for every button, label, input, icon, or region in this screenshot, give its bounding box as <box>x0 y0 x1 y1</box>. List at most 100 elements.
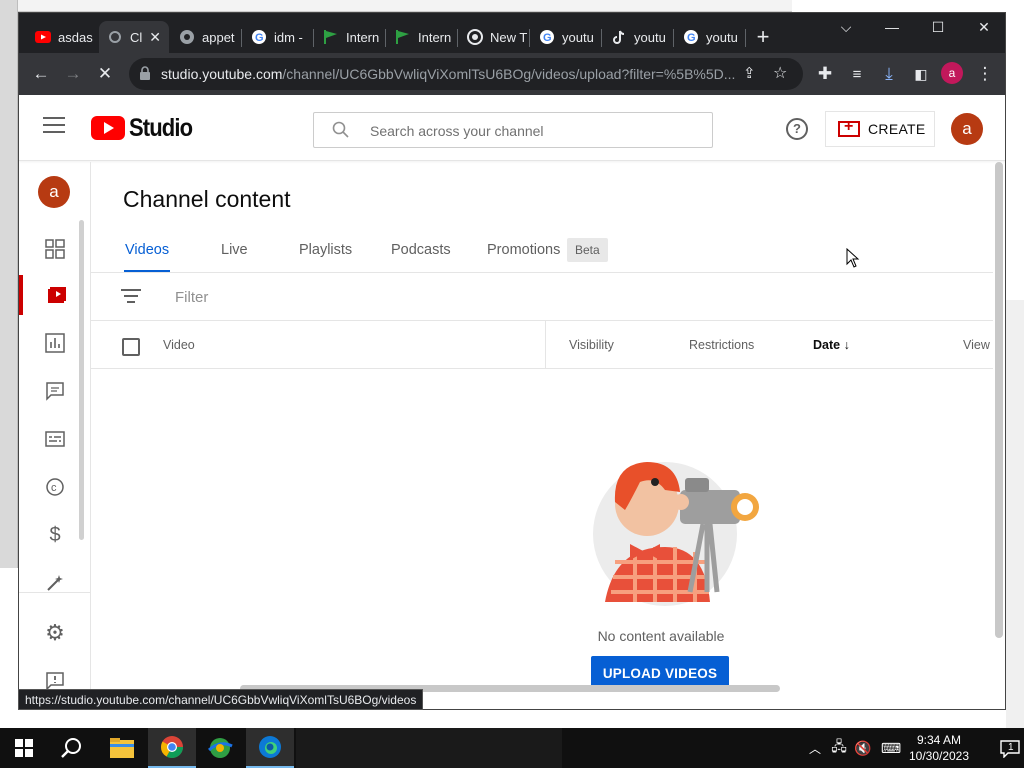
tab-title: youtu <box>634 29 666 45</box>
windows-start-icon[interactable] <box>0 728 48 768</box>
studio-sidebar: a c $ ⚙ <box>19 162 91 709</box>
sidebar-item-settings[interactable]: ⚙ <box>19 613 91 653</box>
tab-10[interactable]: G youtu <box>675 21 745 53</box>
search-icon[interactable] <box>48 728 96 768</box>
sidebar-item-customization[interactable] <box>19 563 91 603</box>
google-icon: G <box>539 29 555 45</box>
notification-center-icon[interactable]: 1 <box>1000 740 1020 763</box>
dollar-icon: $ <box>49 523 61 546</box>
tab-5[interactable]: Intern <box>315 21 385 53</box>
youtube-studio-page: Studio Search across your channel ? CREA… <box>19 95 1005 709</box>
tab-title: asdas <box>58 29 93 45</box>
tab-9[interactable]: youtu <box>603 21 673 53</box>
stop-loading-icon[interactable]: ✕ <box>93 62 117 86</box>
side-panel-icon[interactable]: ◧ <box>909 62 933 86</box>
tab-playlists[interactable]: Playlists <box>299 242 352 258</box>
tray-overflow-chevron-icon[interactable]: ︿ <box>806 728 824 768</box>
account-avatar[interactable]: a <box>951 113 983 145</box>
green-flag-icon <box>395 29 411 45</box>
tab-6[interactable]: Intern <box>387 21 457 53</box>
tab-separator <box>313 29 314 47</box>
column-header-views[interactable]: View <box>963 338 990 352</box>
new-tab-button[interactable]: + <box>751 25 775 49</box>
filter-icon[interactable] <box>121 289 141 303</box>
system-clock[interactable]: 9:34 AM 10/30/2023 <box>900 732 978 764</box>
url-text[interactable]: studio.youtube.com/channel/UC6GbbVwliqVi… <box>161 66 735 82</box>
tab-title: youtu <box>562 29 594 45</box>
address-bar[interactable]: studio.youtube.com/channel/UC6GbbVwliqVi… <box>129 58 803 90</box>
column-divider <box>545 321 546 369</box>
filter-input[interactable]: Filter <box>175 289 208 306</box>
column-header-restrictions[interactable]: Restrictions <box>689 338 754 352</box>
tab-podcasts[interactable]: Podcasts <box>391 242 451 258</box>
profile-avatar[interactable]: a <box>941 62 963 84</box>
browser-toolbar: ← → ✕ studio.youtube.com/channel/UC6GbbV… <box>19 53 1005 95</box>
google-icon: G <box>251 29 267 45</box>
tab-search-chevron-icon[interactable]: ⌵ <box>823 13 869 41</box>
green-flag-icon <box>323 29 339 45</box>
app-globe-icon[interactable] <box>196 728 244 768</box>
link-status-bar: https://studio.youtube.com/channel/UC6Gb… <box>18 689 424 710</box>
youtube-play-icon <box>91 116 125 140</box>
network-icon[interactable]: 🖧 <box>828 728 850 768</box>
close-window-button[interactable]: ✕ <box>961 13 1005 41</box>
tabs-divider <box>91 272 993 273</box>
tab-3[interactable]: appet <box>171 21 241 53</box>
bookmark-star-icon[interactable]: ☆ <box>773 63 787 83</box>
copyright-icon: c <box>46 478 64 496</box>
tab-4[interactable]: G idm - <box>243 21 313 53</box>
mouse-cursor-icon <box>846 247 860 268</box>
tab-2[interactable]: Cl ✕ <box>99 21 169 53</box>
tab-promotions[interactable]: Promotions <box>487 242 560 258</box>
volume-muted-icon[interactable]: 🔇 <box>852 728 874 768</box>
tab-7[interactable]: New T <box>459 21 529 53</box>
notification-count: 1 <box>1008 742 1014 753</box>
minimize-button[interactable]: — <box>869 13 915 41</box>
sidebar-divider <box>19 592 90 593</box>
tab-1[interactable]: asdas <box>27 21 99 53</box>
menu-kebab-icon[interactable]: ⋮ <box>973 62 997 86</box>
back-arrow-icon[interactable]: ← <box>29 62 53 86</box>
date-label: Date <box>813 338 841 352</box>
content-video-icon <box>48 287 66 303</box>
extensions-puzzle-icon[interactable]: ✚ <box>813 62 837 86</box>
content-scrollbar[interactable] <box>995 162 1003 638</box>
edge-taskbar-icon[interactable] <box>246 728 294 768</box>
dashboard-icon <box>45 239 65 259</box>
maximize-button[interactable]: ☐ <box>915 13 961 41</box>
tab-title: Intern <box>418 29 452 45</box>
hamburger-menu-icon[interactable] <box>43 117 65 135</box>
download-icon[interactable]: ⤓ <box>877 62 901 86</box>
column-header-visibility[interactable]: Visibility <box>569 338 614 352</box>
create-label: CREATE <box>868 121 926 137</box>
share-icon[interactable]: ⇪ <box>743 64 756 82</box>
page-title: Channel content <box>123 186 291 212</box>
svg-text:G: G <box>255 32 264 44</box>
column-header-date[interactable]: Date ↓ <box>813 338 850 352</box>
tab-videos[interactable]: Videos <box>125 242 169 258</box>
select-all-checkbox[interactable] <box>122 338 140 356</box>
empty-state-message: No content available <box>597 628 725 644</box>
tab-separator <box>673 29 674 47</box>
chrome-taskbar-icon[interactable] <box>148 728 196 768</box>
lock-icon[interactable] <box>139 66 151 80</box>
column-header-video[interactable]: Video <box>163 338 195 352</box>
forward-arrow-icon[interactable]: → <box>61 62 85 86</box>
sidebar-scrollbar[interactable] <box>79 220 84 540</box>
studio-logo[interactable]: Studio <box>91 113 201 142</box>
tab-8[interactable]: G youtu <box>531 21 601 53</box>
tab-live[interactable]: Live <box>221 242 248 258</box>
close-icon[interactable]: ✕ <box>149 29 161 46</box>
media-queue-icon[interactable]: ≡ <box>845 62 869 86</box>
file-explorer-icon[interactable] <box>98 728 146 768</box>
studio-logo-text: Studio <box>129 113 193 142</box>
channel-avatar[interactable]: a <box>38 176 70 208</box>
create-button[interactable]: CREATE <box>825 111 935 147</box>
channel-search-input[interactable]: Search across your channel <box>313 112 713 148</box>
youtube-icon <box>35 29 51 45</box>
browser-window: asdas Cl ✕ appet G idm - Intern Intern N… <box>18 12 1006 710</box>
tab-title: idm - <box>274 29 303 45</box>
help-icon[interactable]: ? <box>786 118 808 140</box>
tab-separator <box>745 29 746 47</box>
svg-text:G: G <box>687 32 696 44</box>
